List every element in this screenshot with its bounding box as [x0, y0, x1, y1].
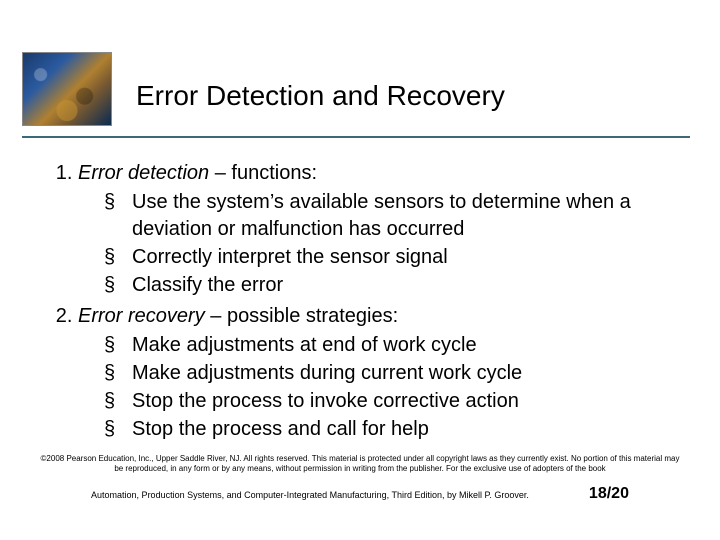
title-block: Error Detection and Recovery: [136, 80, 680, 124]
page-number: 18/20: [589, 484, 629, 504]
bullet-item: Use the system’s available sensors to de…: [104, 189, 680, 243]
bullet-item: Classify the error: [104, 272, 680, 299]
citation-text: Automation, Production Systems, and Comp…: [91, 490, 529, 501]
list-lead-rest: – possible strategies:: [205, 305, 398, 327]
bullet-list: Make adjustments at end of work cycle Ma…: [78, 332, 680, 443]
title-underline-rule: [22, 136, 690, 138]
list-lead-emphasis: Error recovery: [78, 305, 205, 327]
slide-body: Error detection – functions: Use the sys…: [50, 160, 680, 447]
bullet-item: Correctly interpret the sensor signal: [104, 244, 680, 271]
list-lead-emphasis: Error detection: [78, 162, 209, 184]
list-lead-rest: – functions:: [209, 162, 317, 184]
bullet-item: Stop the process to invoke corrective ac…: [104, 388, 680, 415]
bullet-item: Stop the process and call for help: [104, 416, 680, 443]
footer: ©2008 Pearson Education, Inc., Upper Sad…: [40, 454, 680, 504]
slide-title: Error Detection and Recovery: [136, 80, 680, 124]
numbered-list: Error detection – functions: Use the sys…: [50, 160, 680, 443]
list-item: Error detection – functions: Use the sys…: [78, 160, 680, 299]
list-item: Error recovery – possible strategies: Ma…: [78, 303, 680, 443]
bullet-item: Make adjustments at end of work cycle: [104, 332, 680, 359]
copyright-text: ©2008 Pearson Education, Inc., Upper Sad…: [40, 454, 680, 474]
decorative-thumbnail-image: [22, 52, 112, 126]
bullet-item: Make adjustments during current work cyc…: [104, 360, 680, 387]
bullet-list: Use the system’s available sensors to de…: [78, 189, 680, 299]
